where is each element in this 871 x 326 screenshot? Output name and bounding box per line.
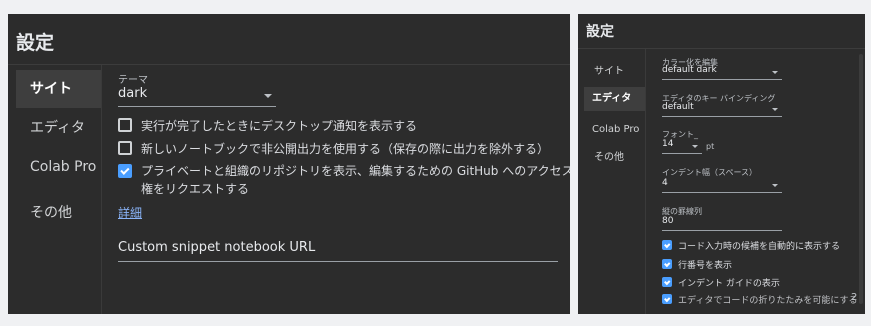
keybinding-select[interactable]: default (662, 102, 782, 117)
chevron-down-icon (772, 71, 778, 74)
private-output-label: 新しいノートブックで非公開出力を使用する（保存の際に出力を除外する） (141, 142, 550, 156)
title-divider (8, 64, 570, 65)
nav-item-site[interactable]: サイト (594, 62, 624, 77)
page-number: 2 (851, 292, 858, 303)
dialog-title: 設定 (586, 24, 614, 40)
dialog-title: 設定 (16, 32, 55, 54)
ruler-value: 80 (662, 216, 674, 226)
theme-value: dark (118, 86, 148, 101)
code-folding-checkbox[interactable] (662, 294, 672, 304)
nav-item-editor[interactable]: エディタ (30, 117, 85, 137)
font-size-value: 14 (662, 139, 674, 149)
private-output-checkbox[interactable] (118, 141, 132, 155)
font-size-unit: pt (706, 142, 715, 151)
colorize-select[interactable]: default dark (662, 65, 782, 80)
chevron-down-icon (772, 184, 778, 187)
nav-item-editor[interactable]: エディタ (584, 87, 645, 111)
theme-label: テーマ (118, 75, 148, 86)
autocomplete-checkbox[interactable] (662, 240, 672, 250)
snippet-url-label: Custom snippet notebook URL (118, 240, 316, 255)
indent-width-select[interactable]: 4 (662, 178, 782, 193)
line-numbers-checkbox[interactable] (662, 259, 672, 269)
chevron-down-icon (692, 145, 698, 148)
github-access-checkbox[interactable] (118, 164, 132, 178)
nav-item-site[interactable]: サイト (16, 70, 101, 108)
code-folding-label: エディタでコードの折りたたみを可能にする (678, 296, 858, 306)
nav-item-other[interactable]: その他 (594, 148, 624, 163)
autocomplete-label: コード入力時の候補を自動的に表示する (678, 242, 841, 252)
indent-width-value: 4 (662, 178, 668, 188)
desktop-notify-checkbox[interactable] (118, 118, 132, 132)
nav-divider (101, 65, 102, 314)
github-access-label-line2: 権をリクエストする (141, 182, 250, 196)
nav-divider (645, 49, 646, 314)
settings-dialog-editor: 設定 サイト エディタ Colab Pro その他 カラー化を編集 defaul… (578, 14, 865, 314)
details-link[interactable]: 詳細 (118, 204, 142, 221)
nav-item-colab-pro[interactable]: Colab Pro (592, 124, 639, 135)
title-divider (578, 48, 865, 49)
colorize-value: default dark (662, 65, 717, 75)
chevron-down-icon (772, 108, 778, 111)
line-numbers-label: 行番号を表示 (678, 261, 733, 271)
github-access-label-line1: プライベートと組織のリポジトリを表示、編集するための GitHub へのアクセス (141, 164, 570, 178)
ruler-input[interactable]: 80 (662, 216, 782, 231)
nav-item-other[interactable]: その他 (30, 202, 72, 222)
settings-dialog-site: 設定 サイト エディタ Colab Pro その他 テーマ dark 実行が完了… (8, 14, 570, 314)
nav-item-colab-pro[interactable]: Colab Pro (30, 159, 96, 175)
indent-width-label: インデント幅（スペース） (662, 168, 758, 177)
keybinding-value: default (662, 102, 694, 112)
scrollbar[interactable] (859, 54, 863, 304)
font-size-select[interactable]: 14 (662, 139, 702, 154)
snippet-url-input[interactable]: Custom snippet notebook URL (118, 240, 558, 262)
indent-guides-checkbox[interactable] (662, 277, 672, 287)
theme-select[interactable]: dark (118, 86, 276, 107)
chevron-down-icon (264, 94, 272, 98)
indent-guides-label: インデント ガイドの表示 (678, 279, 780, 289)
desktop-notify-label: 実行が完了したときにデスクトップ通知を表示する (141, 119, 418, 133)
